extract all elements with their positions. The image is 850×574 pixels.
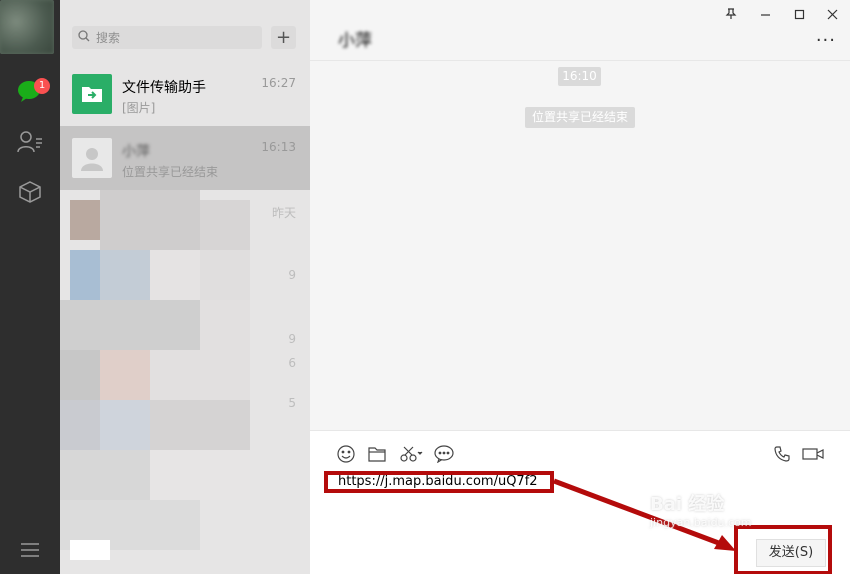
pin-icon[interactable] bbox=[723, 6, 739, 22]
blurred-conversations: 昨天 9 9 6 5 bbox=[60, 190, 310, 574]
system-message: 位置共享已经结束 bbox=[525, 107, 635, 128]
conversation-preview: [图片] bbox=[122, 101, 156, 115]
annotation-arrow bbox=[553, 478, 736, 551]
file-transfer-icon bbox=[72, 74, 112, 114]
sidebar-nav: 1 bbox=[0, 0, 60, 574]
video-call-icon[interactable] bbox=[802, 444, 824, 464]
conversation-time: 16:13 bbox=[261, 140, 296, 154]
conversation-name: 文件传输助手 bbox=[122, 80, 206, 96]
conversation-item-xiaoping[interactable]: 小萍 位置共享已经结束 16:13 bbox=[60, 126, 310, 190]
add-chat-button[interactable]: + bbox=[271, 26, 296, 49]
menu-icon[interactable] bbox=[15, 535, 45, 565]
screenshot-scissors-icon[interactable] bbox=[399, 444, 425, 464]
send-button[interactable]: 发送(S) bbox=[756, 539, 826, 567]
favorites-icon[interactable] bbox=[15, 177, 45, 207]
conversation-time: 昨天 bbox=[271, 206, 296, 220]
more-options-button[interactable]: ··· bbox=[816, 30, 836, 51]
blurred-time: 5 bbox=[288, 396, 296, 410]
close-icon[interactable] bbox=[824, 6, 840, 22]
chat-panel: 小萍 ··· 16:10 位置共享已经结束 https://j.map.baid… bbox=[310, 0, 850, 574]
contacts-icon[interactable] bbox=[15, 127, 45, 157]
maximize-icon[interactable] bbox=[791, 6, 807, 22]
search-icon bbox=[78, 30, 90, 45]
conversation-time: 16:27 bbox=[261, 76, 296, 90]
default-avatar-icon bbox=[72, 138, 112, 178]
folder-icon[interactable] bbox=[367, 444, 387, 464]
message-input[interactable]: https://j.map.baidu.com/uQ7f2 bbox=[324, 471, 554, 493]
blurred-time: 6 bbox=[288, 356, 296, 370]
emoji-icon[interactable] bbox=[336, 444, 356, 464]
blurred-time: 9 bbox=[288, 332, 296, 346]
send-highlight-box: 发送(S) bbox=[734, 525, 832, 574]
unread-badge: 1 bbox=[34, 78, 50, 94]
avatar[interactable] bbox=[0, 0, 54, 54]
search-box[interactable] bbox=[72, 26, 262, 49]
conversation-list: + 文件传输助手 [图片] 16:27 小萍 位置共享已经结束 16:13 bbox=[60, 0, 310, 574]
conversation-item-file-transfer[interactable]: 文件传输助手 [图片] 16:27 bbox=[60, 62, 310, 126]
conversation-name: 小萍 bbox=[122, 144, 150, 160]
voice-call-icon[interactable] bbox=[772, 444, 792, 464]
message-composer: https://j.map.baidu.com/uQ7f2 发送(S) bbox=[310, 430, 850, 574]
minimize-icon[interactable] bbox=[757, 6, 773, 22]
message-timestamp: 16:10 bbox=[558, 67, 601, 86]
blurred-time: 9 bbox=[288, 268, 296, 282]
conversation-preview: 位置共享已经结束 bbox=[122, 165, 219, 179]
search-input[interactable] bbox=[96, 30, 256, 45]
chat-history-icon[interactable] bbox=[434, 444, 454, 464]
chat-header: 小萍 ··· bbox=[310, 0, 850, 61]
chat-title: 小萍 bbox=[338, 31, 372, 51]
